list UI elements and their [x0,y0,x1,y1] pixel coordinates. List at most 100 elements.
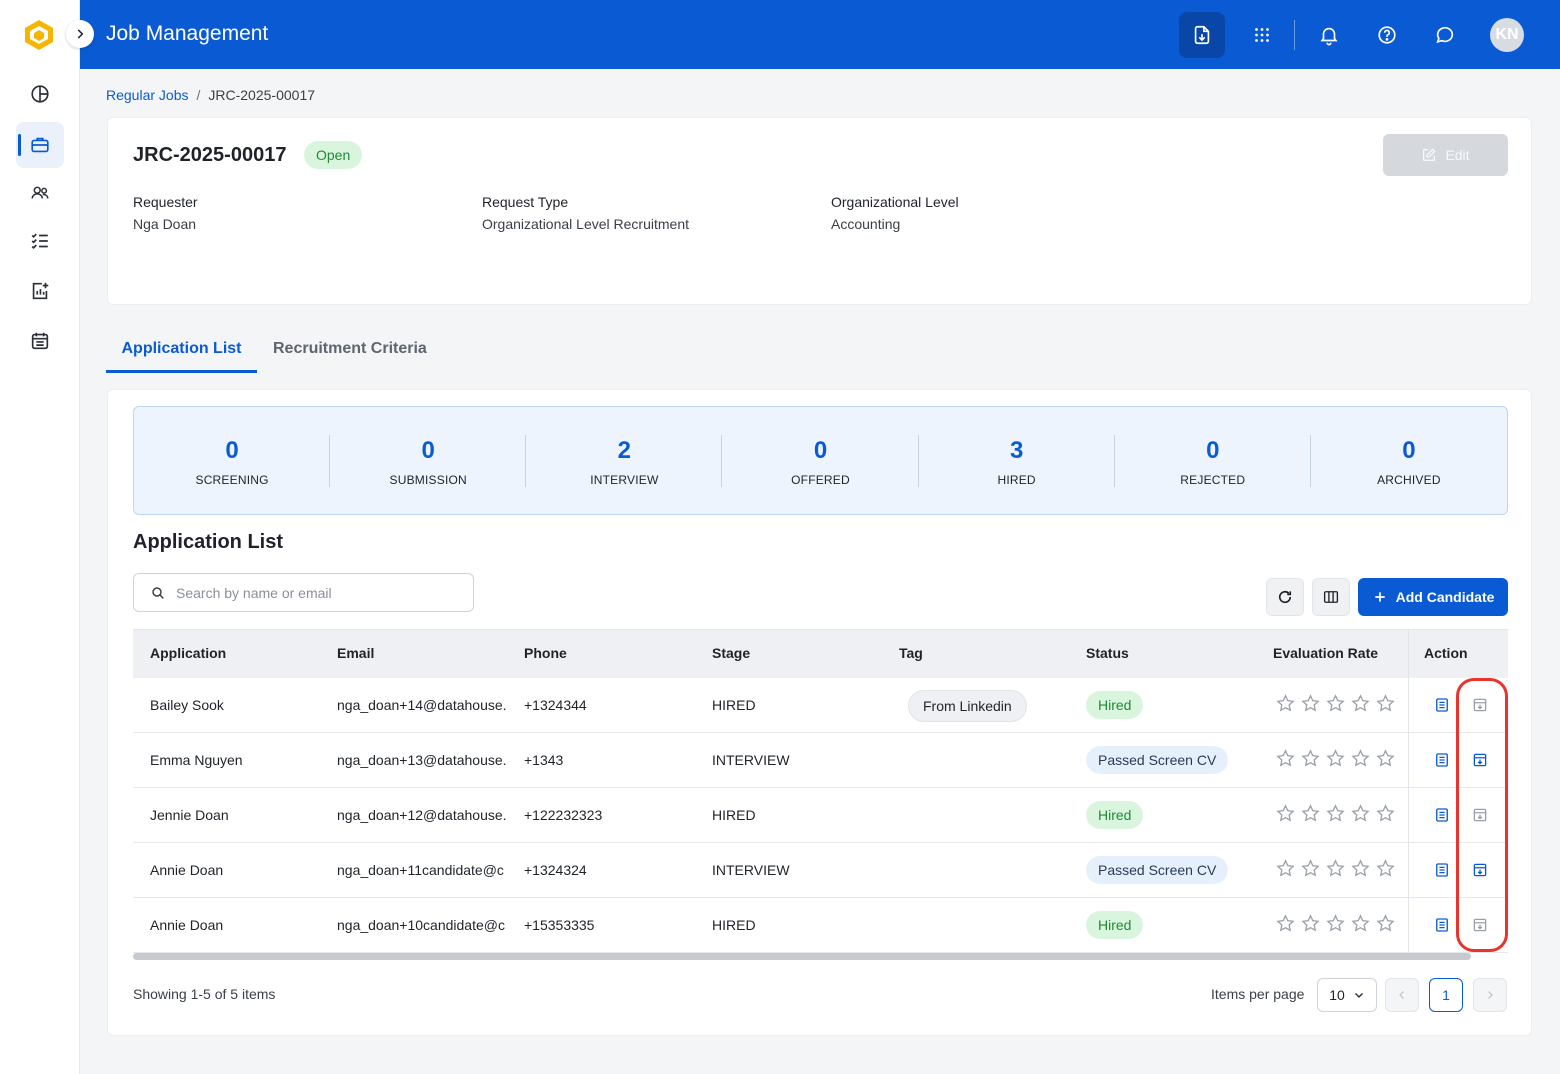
cell-application-name[interactable]: Jennie Doan [150,807,330,823]
help-button[interactable] [1364,12,1410,58]
cell-email: nga_doan+10candidate@c [337,917,505,933]
column-header-application[interactable]: Application [150,645,226,661]
user-avatar[interactable]: KN [1490,18,1524,52]
search-input[interactable] [176,584,456,601]
cell-email: nga_doan+14@datahouse. [337,697,507,713]
star-icon[interactable] [1375,913,1396,934]
cell-application-name[interactable]: Bailey Sook [150,697,330,713]
archive-button[interactable] [1469,749,1491,771]
archive-button[interactable] [1469,694,1491,716]
edit-icon [1423,148,1437,161]
stat-interview[interactable]: 2 INTERVIEW [526,407,723,514]
status-badge: Hired [1086,691,1144,719]
sidebar-item-candidates[interactable] [16,170,64,216]
view-details-button[interactable] [1431,859,1453,881]
cell-phone: +15353335 [524,917,595,933]
notifications-button[interactable] [1306,12,1352,58]
star-icon[interactable] [1275,803,1296,824]
sidebar-item-tasks[interactable] [16,218,64,264]
app-title: Job Management [106,22,269,45]
star-icon[interactable] [1325,913,1346,934]
view-details-button[interactable] [1431,914,1453,936]
view-details-button[interactable] [1431,749,1453,771]
evaluation-stars[interactable] [1275,803,1396,824]
column-header-stage[interactable]: Stage [712,645,750,661]
stat-value: 0 [421,437,435,464]
refresh-button[interactable] [1266,578,1304,616]
star-icon[interactable] [1325,803,1346,824]
star-icon[interactable] [1350,748,1371,769]
download-button[interactable] [1179,12,1225,58]
star-icon[interactable] [1325,748,1346,769]
column-header-evaluation-rate[interactable]: Evaluation Rate [1273,645,1378,661]
star-icon[interactable] [1350,913,1371,934]
tab-recruitment-criteria[interactable]: Recruitment Criteria [273,326,427,373]
view-details-button[interactable] [1431,694,1453,716]
sidebar-item-dashboard[interactable] [16,71,64,117]
star-icon[interactable] [1275,748,1296,769]
star-icon[interactable] [1375,748,1396,769]
table-row[interactable]: Bailey Sook nga_doan+14@datahouse. +132434… [133,678,1508,733]
star-icon[interactable] [1275,913,1296,934]
archive-button[interactable] [1469,804,1491,826]
sidebar [0,0,80,1074]
column-header-tag[interactable]: Tag [899,645,923,661]
stat-hired[interactable]: 3 HIRED [919,407,1115,514]
column-header-email[interactable]: Email [337,645,374,661]
table-row[interactable]: Emma Nguyen nga_doan+13@datahouse. +1343 IN… [133,733,1508,788]
star-icon[interactable] [1300,858,1321,879]
star-icon[interactable] [1375,693,1396,714]
view-details-button[interactable] [1431,804,1453,826]
cell-application-name[interactable]: Annie Doan [150,917,330,933]
archive-button[interactable] [1469,859,1491,881]
archive-button[interactable] [1469,914,1491,936]
star-icon[interactable] [1300,748,1321,769]
items-per-page-select[interactable]: 10 [1317,978,1377,1012]
star-icon[interactable] [1275,858,1296,879]
stat-rejected[interactable]: 0 REJECTED [1115,407,1311,514]
star-icon[interactable] [1350,858,1371,879]
star-icon[interactable] [1325,693,1346,714]
stat-offered[interactable]: 0 OFFERED [722,407,919,514]
star-icon[interactable] [1300,693,1321,714]
evaluation-stars[interactable] [1275,748,1396,769]
expand-sidebar-button[interactable] [66,20,94,48]
table-row[interactable]: Annie Doan nga_doan+11candidate@c +1324324… [133,843,1508,898]
star-icon[interactable] [1350,693,1371,714]
tab-application-list[interactable]: Application List [106,326,257,373]
sidebar-item-calendar[interactable] [16,318,64,364]
breadcrumb-regular-jobs-link[interactable]: Regular Jobs [106,87,189,103]
page-number-button[interactable]: 1 [1429,978,1463,1012]
star-icon[interactable] [1375,803,1396,824]
star-icon[interactable] [1375,858,1396,879]
table-row[interactable]: Annie Doan nga_doan+10candidate@c +1535333… [133,898,1508,953]
next-page-button[interactable] [1473,978,1507,1012]
columns-button[interactable] [1312,578,1350,616]
column-header-phone[interactable]: Phone [524,645,567,661]
column-header-status[interactable]: Status [1086,645,1129,661]
prev-page-button[interactable] [1385,978,1419,1012]
sidebar-item-jobs[interactable] [16,122,64,168]
help-icon [1378,26,1396,44]
add-candidate-button[interactable]: Add Candidate [1358,578,1508,616]
evaluation-stars[interactable] [1275,858,1396,879]
star-icon[interactable] [1350,803,1371,824]
sidebar-item-reports[interactable] [16,268,64,314]
edit-button[interactable]: Edit [1383,134,1508,176]
horizontal-scrollbar[interactable] [133,953,1471,960]
stat-submission[interactable]: 0 SUBMISSION [330,407,527,514]
chat-button[interactable] [1422,12,1468,58]
star-icon[interactable] [1275,693,1296,714]
star-icon[interactable] [1300,803,1321,824]
cell-application-name[interactable]: Emma Nguyen [150,752,330,768]
star-icon[interactable] [1325,858,1346,879]
app-logo-icon[interactable] [22,18,56,52]
evaluation-stars[interactable] [1275,913,1396,934]
stat-archived[interactable]: 0 ARCHIVED [1311,407,1507,514]
cell-application-name[interactable]: Annie Doan [150,862,330,878]
evaluation-stars[interactable] [1275,693,1396,714]
star-icon[interactable] [1300,913,1321,934]
table-row[interactable]: Jennie Doan nga_doan+12@datahouse. +122232… [133,788,1508,843]
apps-button[interactable] [1239,12,1285,58]
stat-screening[interactable]: 0 SCREENING [134,407,331,514]
